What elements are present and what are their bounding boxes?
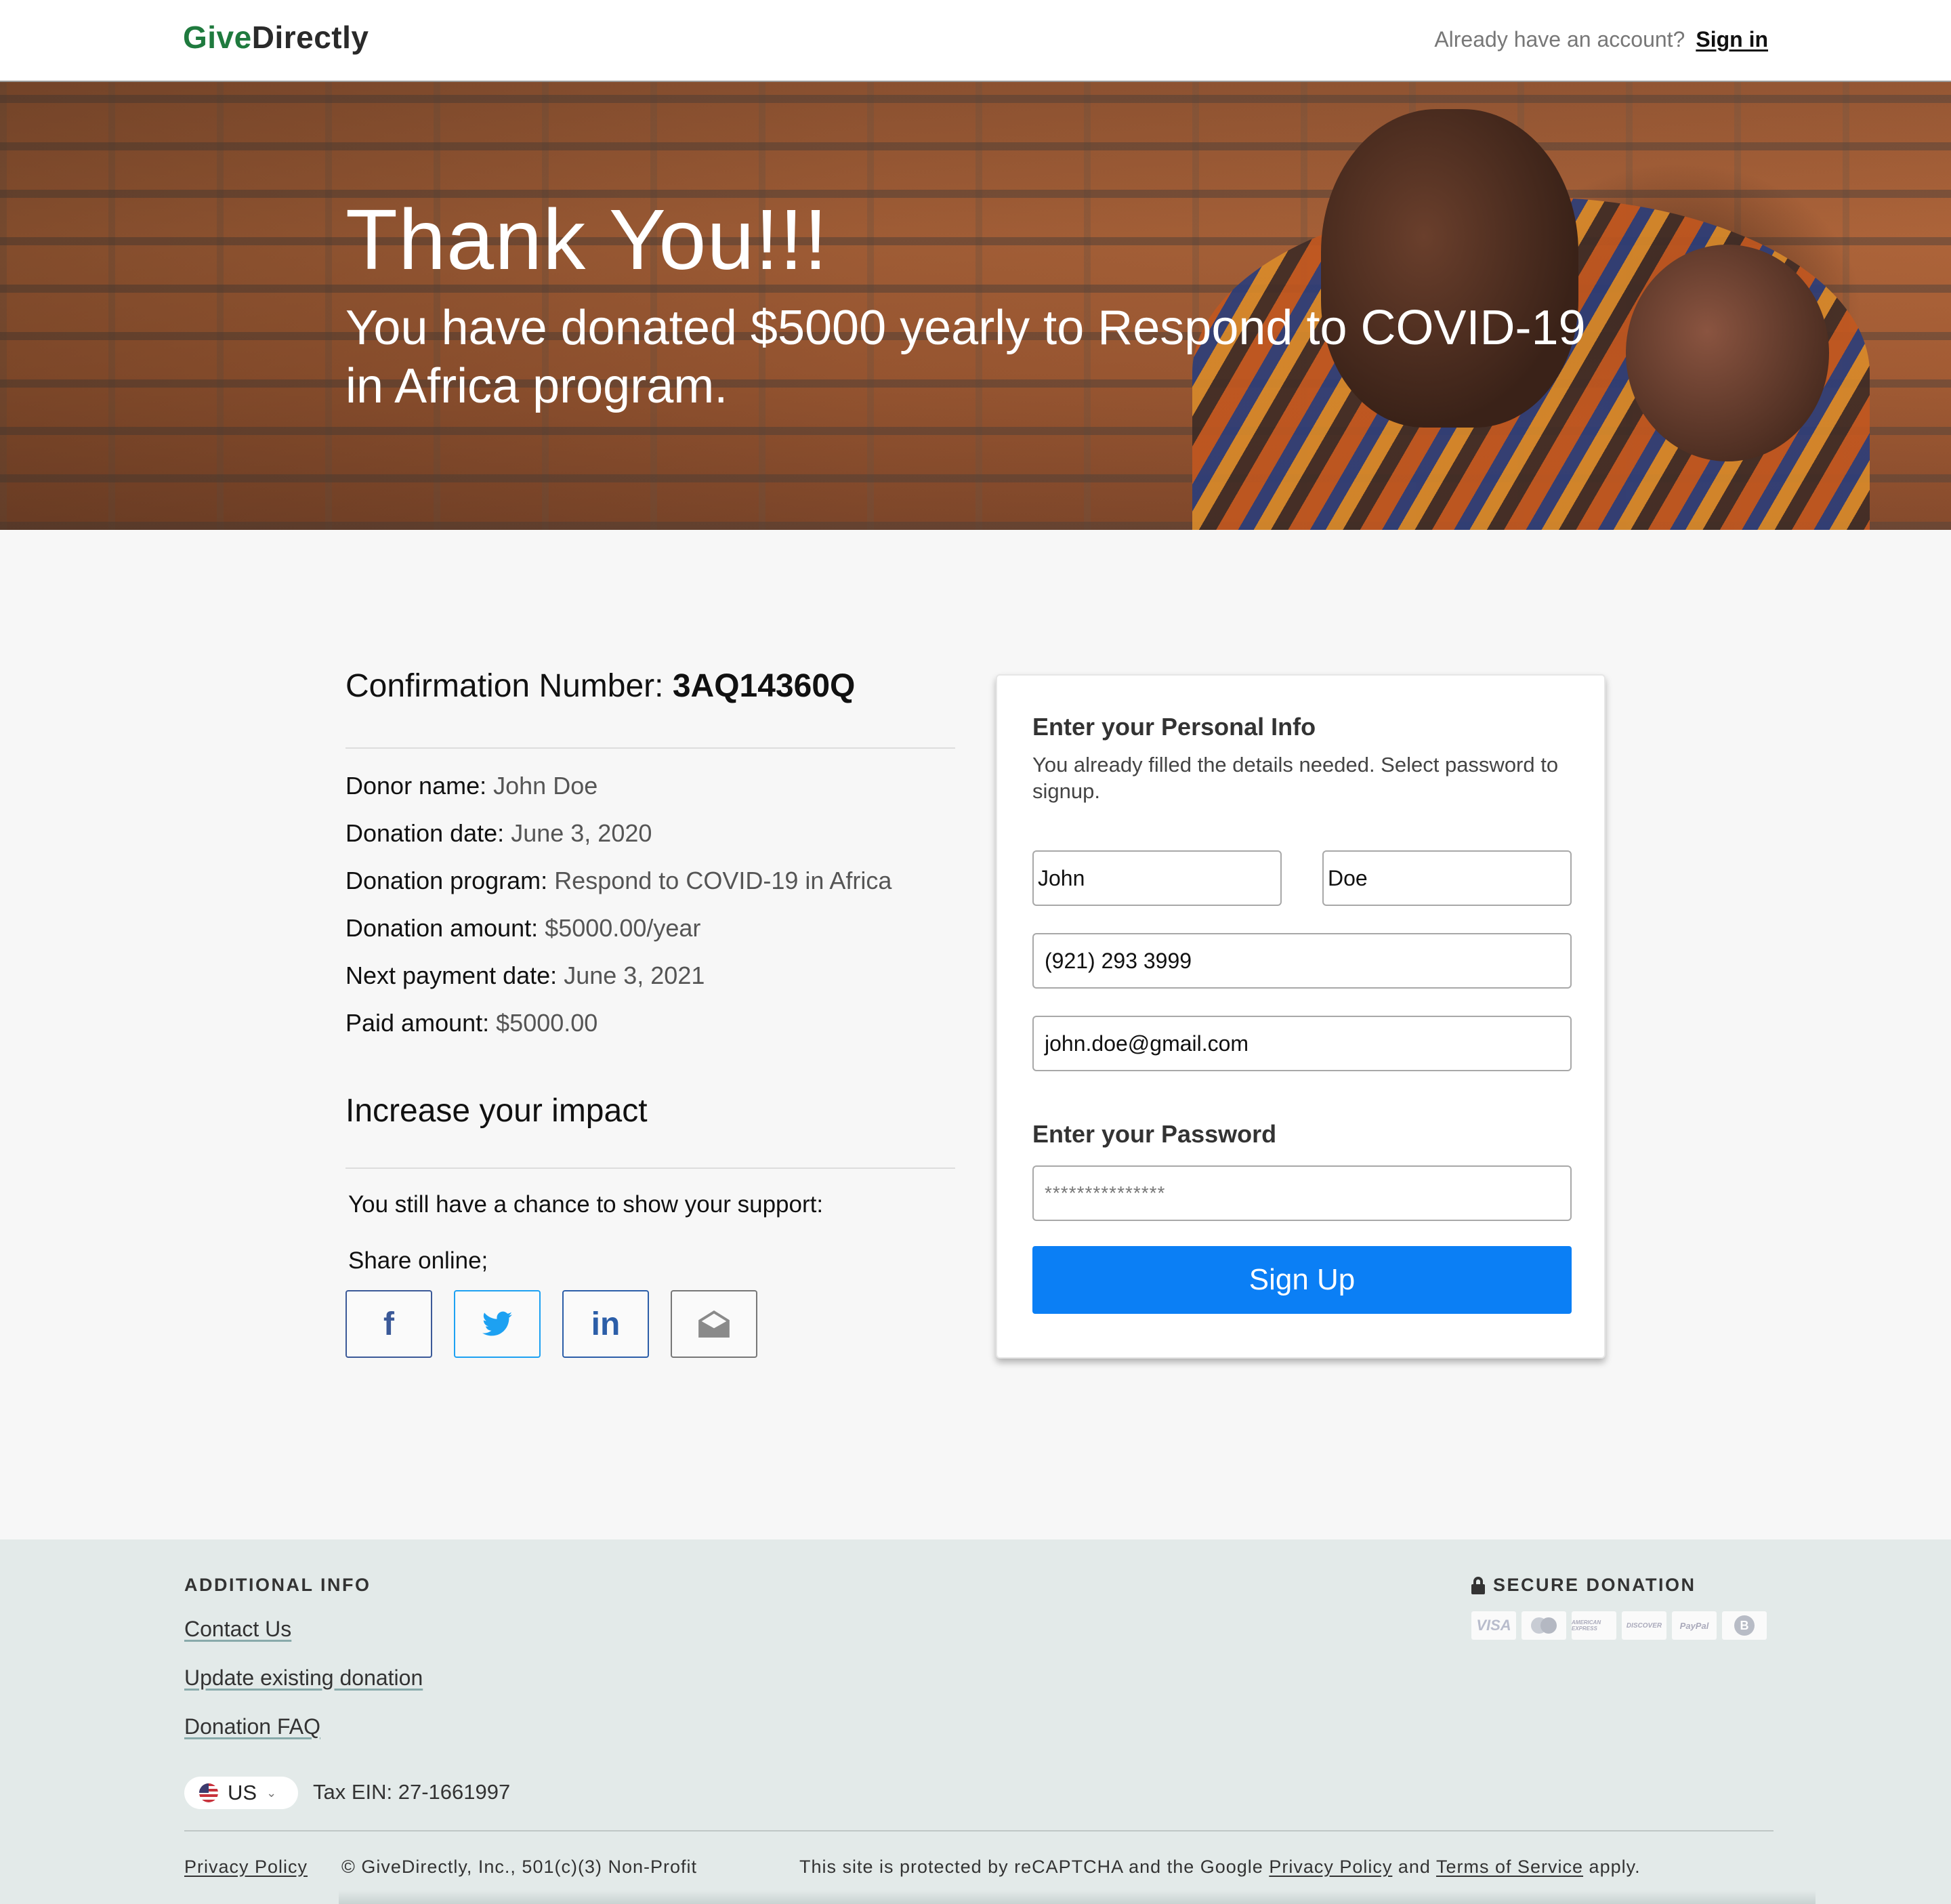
detail-value: $5000.00 [496,1009,598,1037]
share-facebook-button[interactable]: f [345,1290,432,1358]
detail-label: Next payment date: [345,961,558,989]
detail-value: June 3, 2021 [564,961,705,989]
detail-value: John Doe [493,772,598,800]
google-terms-link[interactable]: Terms of Service [1436,1857,1583,1877]
secure-donation: SECURE DONATION [1471,1575,1696,1596]
password-title: Enter your Password [1032,1120,1277,1148]
update-donation-link[interactable]: Update existing donation [184,1665,423,1691]
detail-label: Donation amount: [345,914,539,942]
givedirectly-logo[interactable]: GiveDirectly [183,19,369,56]
personal-info-title: Enter your Personal Info [1032,713,1316,741]
detail-value: $5000.00/year [545,914,701,942]
detail-donation-program: Donation program: Respond to COVID-19 in… [345,865,891,913]
confirmation-heading: Confirmation Number: 3AQ14360Q [345,667,955,705]
divider [345,1167,955,1169]
lock-icon [1471,1576,1485,1594]
divider [345,747,955,749]
recaptcha-and: and [1398,1857,1431,1877]
google-privacy-link[interactable]: Privacy Policy [1269,1857,1392,1877]
discover-icon: DISCOVER [1622,1611,1666,1640]
logo-directly: Directly [251,20,369,55]
amex-icon: AMERICAN EXPRESS [1572,1611,1616,1640]
footer-bottom-shade [339,1890,1816,1904]
linkedin-icon: in [591,1306,621,1342]
chevron-down-icon: ⌄ [266,1785,277,1800]
first-name-field[interactable]: John [1032,850,1282,906]
share-twitter-button[interactable] [454,1290,541,1358]
share-online-text: Share online; [348,1247,488,1274]
contact-us-link[interactable]: Contact Us [184,1617,291,1642]
mastercard-icon [1522,1611,1566,1640]
donation-details: Donor name: John Doe Donation date: June… [345,770,891,1055]
bitcoin-icon: B [1722,1611,1767,1640]
detail-next-payment-date: Next payment date: June 3, 2021 [345,960,891,1008]
password-field[interactable]: *************** [1032,1165,1572,1221]
detail-value: June 3, 2020 [511,819,652,847]
hero-title: Thank You!!! [345,192,828,287]
detail-value: Respond to COVID-19 in Africa [554,867,892,894]
signup-card: Enter your Personal Info You already fil… [996,674,1606,1359]
recaptcha-notice: This site is protected by reCAPTCHA and … [799,1857,1641,1878]
payment-methods: VISA AMERICAN EXPRESS DISCOVER PayPal B [1471,1611,1767,1640]
detail-label: Donor name: [345,772,487,800]
footer-divider [184,1830,1774,1831]
detail-donation-date: Donation date: June 3, 2020 [345,818,891,865]
country-code: US [228,1781,257,1804]
hero-photo-baby [1626,245,1829,461]
detail-label: Donation program: [345,867,548,894]
last-name-field[interactable]: Doe [1322,850,1572,906]
twitter-icon [482,1311,512,1336]
facebook-icon: f [383,1306,394,1342]
detail-label: Donation date: [345,819,505,847]
bitcoin-symbol: B [1734,1615,1755,1636]
copyright: © GiveDirectly, Inc., 501(c)(3) Non-Prof… [341,1857,698,1877]
email-icon [698,1310,730,1338]
account-prompt: Already have an account? Sign in [1434,27,1768,52]
share-email-button[interactable] [671,1290,757,1358]
support-text: You still have a chance to show your sup… [348,1191,824,1218]
detail-donor-name: Donor name: John Doe [345,770,891,818]
donation-faq-link[interactable]: Donation FAQ [184,1714,320,1739]
detail-paid-amount: Paid amount: $5000.00 [345,1008,891,1055]
visa-icon: VISA [1471,1611,1516,1640]
confirmation-label: Confirmation Number: [345,668,664,704]
personal-info-description: You already filled the details needed. S… [1032,753,1559,803]
email-field[interactable]: john.doe@gmail.com [1032,1016,1572,1071]
paypal-icon: PayPal [1672,1611,1717,1640]
sign-in-link[interactable]: Sign in [1696,27,1768,52]
top-bar: GiveDirectly Already have an account? Si… [0,0,1951,82]
share-linkedin-button[interactable]: in [562,1290,649,1358]
account-prompt-text: Already have an account? [1434,27,1685,51]
additional-info-heading: ADDITIONAL INFO [184,1575,371,1595]
recaptcha-suffix: apply. [1589,1857,1641,1877]
logo-give: Give [183,20,252,55]
secure-donation-label: SECURE DONATION [1493,1575,1696,1595]
recaptcha-prefix: This site is protected by reCAPTCHA and … [799,1857,1263,1877]
phone-field[interactable]: (921) 293 3999 [1032,933,1572,989]
us-flag-icon [199,1783,218,1802]
impact-title: Increase your impact [345,1093,648,1129]
footer: ADDITIONAL INFO Contact Us Update existi… [0,1539,1951,1904]
confirmation-number: 3AQ14360Q [672,668,856,704]
detail-label: Paid amount: [345,1009,490,1037]
detail-donation-amount: Donation amount: $5000.00/year [345,913,891,960]
tax-ein: Tax EIN: 27-1661997 [313,1780,511,1804]
hero-banner: Thank You!!! You have donated $5000 year… [0,82,1951,530]
privacy-policy-link[interactable]: Privacy Policy [184,1857,308,1878]
hero-subtitle: You have donated $5000 yearly to Respond… [345,301,1586,413]
country-selector[interactable]: US ⌄ [184,1777,298,1809]
sign-up-button[interactable]: Sign Up [1032,1246,1572,1314]
share-buttons: f in [345,1290,757,1358]
